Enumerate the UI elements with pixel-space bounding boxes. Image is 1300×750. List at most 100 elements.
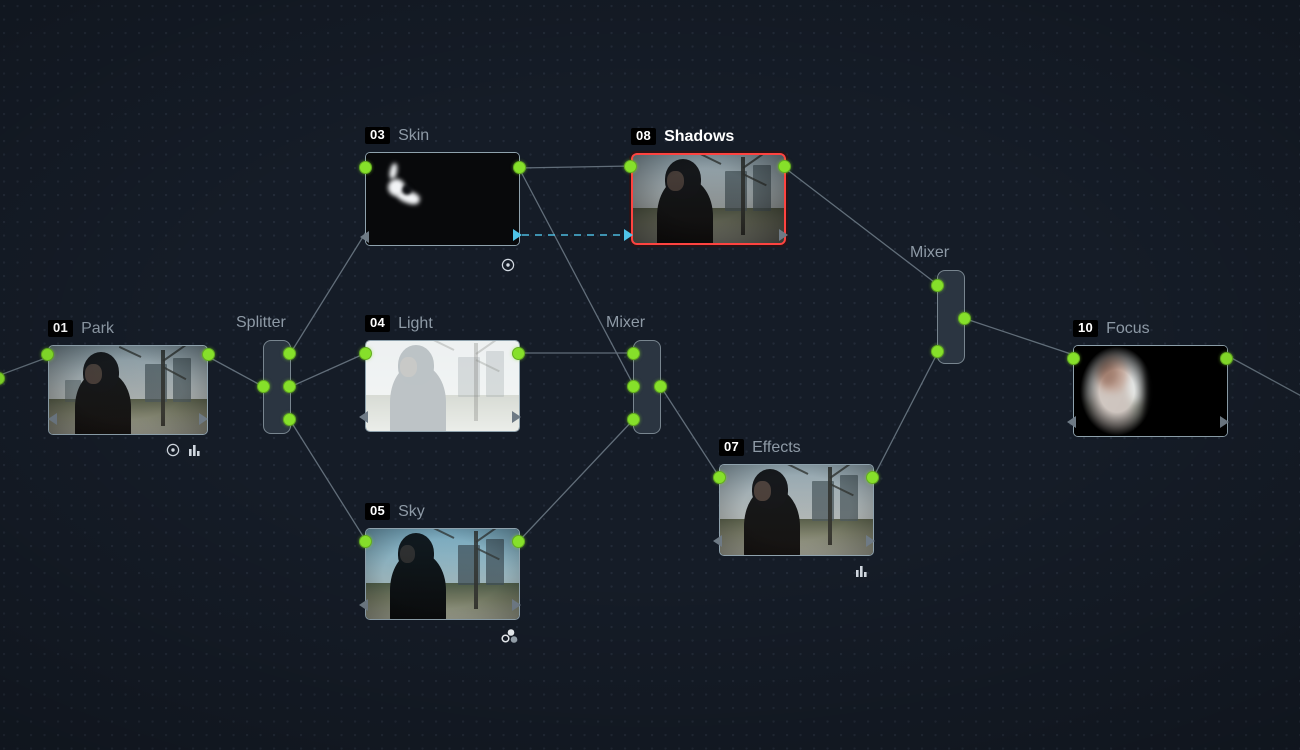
node-effects-input-port[interactable] [713,471,726,484]
node-park-number: 01 [48,320,74,337]
node-mixer-right-input-port-2[interactable] [931,345,944,358]
node-light-number: 04 [365,315,391,332]
node-shadows-input-port[interactable] [624,160,637,173]
wire-shadows-to-mixer-right [784,167,939,286]
node-park-badges [166,443,201,457]
node-shadows-label: Shadows [664,128,735,145]
wire-splitter-to-sky [289,419,367,542]
node-focus-number: 10 [1073,320,1099,337]
cluster-nodes-icon[interactable] [500,628,520,644]
node-effects-output-secondary-connector[interactable] [866,535,875,547]
node-skin-key-output-connector[interactable] [513,229,522,241]
node-focus-thumbnail [1074,346,1227,436]
node-sky-number: 05 [365,503,391,520]
node-shadows-caption: 08 Shadows [631,128,734,145]
node-park-output-secondary-connector[interactable] [199,413,208,425]
circle-dot-icon[interactable] [166,443,180,457]
node-focus-input-port[interactable] [1067,352,1080,365]
circle-dot-icon[interactable] [501,258,515,272]
node-light-output-port[interactable] [512,347,525,360]
node-mixer-center-input-port-1[interactable] [627,347,640,360]
node-graph-canvas[interactable]: 01 Park Splitter 03 Skin 08 Shadows 04 L… [0,0,1300,750]
node-shadows-output-secondary-connector[interactable] [779,229,788,241]
node-mixer-center-output-port[interactable] [654,380,667,393]
node-focus-output-port[interactable] [1220,352,1233,365]
node-mixer-right-label: Mixer [910,244,950,261]
node-skin-caption: 03 Skin [365,127,429,144]
node-light-output-secondary-connector[interactable] [512,411,521,423]
node-skin-input-port[interactable] [359,161,372,174]
node-sky-badges [500,628,520,644]
wire-splitter-to-skin [289,231,367,355]
node-effects-output-port[interactable] [866,471,879,484]
node-mixer-center-caption: Mixer [606,314,645,331]
histogram-icon[interactable] [188,443,201,457]
node-focus-output-secondary-connector[interactable] [1220,416,1229,428]
wire-sky-to-mixer-center [518,418,635,542]
node-sky-label: Sky [398,503,425,520]
node-effects-thumbnail [720,465,873,555]
node-skin-output-port[interactable] [513,161,526,174]
node-park-thumbnail-frame[interactable] [48,345,208,435]
node-sky-caption: 05 Sky [365,503,425,520]
node-splitter-label: Splitter [236,314,286,331]
node-splitter-output-port-1[interactable] [283,347,296,360]
node-focus-label: Focus [1106,320,1150,337]
node-effects-input-secondary-connector[interactable] [713,535,722,547]
wire-skin-to-shadows [518,165,632,169]
wire-mixer-right-to-focus [965,318,1075,356]
node-light-input-secondary-connector[interactable] [359,411,368,423]
node-sky-output-port[interactable] [512,535,525,548]
node-skin-thumbnail [366,153,519,245]
node-splitter-output-port-2[interactable] [283,380,296,393]
node-park-output-port[interactable] [202,348,215,361]
node-sky-input-secondary-connector[interactable] [359,599,368,611]
node-light-caption: 04 Light [365,315,433,332]
node-splitter-output-port-3[interactable] [283,413,296,426]
node-light-thumbnail-frame[interactable] [365,340,520,432]
node-mixer-right-caption: Mixer [910,244,949,261]
node-mixer-center-input-port-2[interactable] [627,380,640,393]
node-park-caption: 01 Park [48,320,114,337]
node-effects-caption: 07 Effects [719,439,801,456]
node-skin-number: 03 [365,127,391,144]
node-shadows-thumbnail-frame[interactable] [631,153,786,245]
node-mixer-right-input-port-1[interactable] [931,279,944,292]
node-effects-badges [855,564,868,578]
node-skin-badges [501,258,515,272]
node-skin-input-secondary-connector[interactable] [360,231,369,243]
wire-splitter-to-light [289,352,367,388]
node-mixer-center-input-port-3[interactable] [627,413,640,426]
node-shadows-key-input-connector[interactable] [624,229,633,241]
wire-effects-to-mixer-right [872,351,939,479]
node-focus-thumbnail-frame[interactable] [1073,345,1228,437]
node-effects-thumbnail-frame[interactable] [719,464,874,556]
node-park-input-secondary-connector[interactable] [48,413,57,425]
node-park-input-port[interactable] [41,348,54,361]
node-splitter-caption: Splitter [236,314,286,331]
node-splitter-input-port[interactable] [257,380,270,393]
node-focus-caption: 10 Focus [1073,320,1150,337]
histogram-icon[interactable] [855,564,868,578]
node-park-label: Park [81,320,114,337]
node-sky-input-port[interactable] [359,535,372,548]
node-focus-input-secondary-connector[interactable] [1067,416,1076,428]
node-light-input-port[interactable] [359,347,372,360]
node-sky-output-secondary-connector[interactable] [512,599,521,611]
node-skin-label: Skin [398,127,430,144]
node-light-label: Light [398,315,433,332]
node-shadows-number: 08 [631,128,657,145]
node-effects-label: Effects [752,439,801,456]
node-light-thumbnail [366,341,519,431]
wire-park-to-splitter [204,354,265,388]
node-sky-thumbnail [366,529,519,619]
node-skin-thumbnail-frame[interactable] [365,152,520,246]
node-mixer-center-label: Mixer [606,314,646,331]
node-shadows-output-port[interactable] [778,160,791,173]
node-sky-thumbnail-frame[interactable] [365,528,520,620]
node-shadows-thumbnail [633,155,784,243]
node-effects-number: 07 [719,439,745,456]
wire-focus-to-offscreen [1225,354,1300,397]
wire-mixer-center-to-effects [660,386,721,479]
node-mixer-right-output-port[interactable] [958,312,971,325]
